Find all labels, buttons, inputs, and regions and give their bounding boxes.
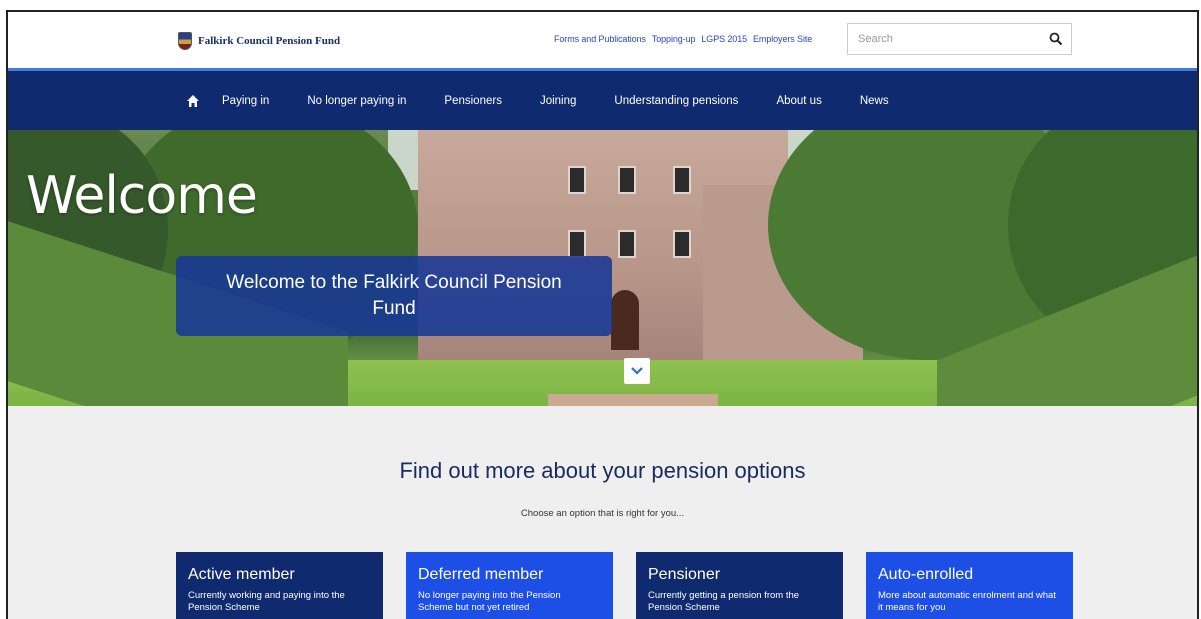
card-title: Active member [188,566,295,583]
chevron-down-icon [631,367,643,375]
section-title: Find out more about your pension options [399,458,806,483]
card-pensioner[interactable]: Pensioner Currently getting a pension fr… [636,552,843,619]
card-desc: No longer paying into the Pension Scheme… [418,590,561,613]
top-bar: Falkirk Council Pension Fund Forms and P… [8,12,1197,70]
browser-frame: Falkirk Council Pension Fund Forms and P… [6,10,1199,619]
window [618,166,636,194]
link-forms-publications[interactable]: Forms and Publications [554,34,646,44]
card-active-member[interactable]: Active member Currently working and payi… [176,552,383,619]
main-nav: Paying in No longer paying in Pensioners… [8,68,1197,130]
nav-item-news[interactable]: News [860,95,889,107]
utility-links: Forms and Publications Topping-up LGPS 2… [554,34,812,44]
link-lgps-2015[interactable]: LGPS 2015 [701,34,747,44]
hero-welcome-text: Welcome to the Falkirk Council Pension F… [226,272,562,319]
search-icon[interactable] [1049,32,1063,46]
site-logo[interactable]: Falkirk Council Pension Fund [178,32,340,50]
link-employers-site[interactable]: Employers Site [753,34,812,44]
card-title: Auto-enrolled [878,566,974,583]
card-desc: Currently getting a pension from the Pen… [648,590,800,613]
nav-item-about-us[interactable]: About us [776,95,821,107]
window [673,166,691,194]
hero-door [611,290,639,350]
link-topping-up[interactable]: Topping-up [652,34,696,44]
hero-heading: Welcome [26,166,258,226]
hero-banner: Welcome Welcome to the Falkirk Council P… [8,130,1197,406]
search-box [847,23,1072,55]
search-input[interactable] [848,24,1038,54]
home-icon[interactable] [186,94,200,108]
card-auto-enrolled[interactable]: Auto-enrolled More about automatic enrol… [866,552,1073,619]
window [618,230,636,258]
council-crest-icon [178,32,192,50]
window [568,166,586,194]
nav-item-pensioners[interactable]: Pensioners [444,95,502,107]
option-cards: Active member Currently working and payi… [176,552,1073,619]
hero-welcome-box: Welcome to the Falkirk Council Pension F… [176,256,612,336]
card-deferred-member[interactable]: Deferred member No longer paying into th… [406,552,613,619]
card-title: Deferred member [418,566,544,583]
nav-item-no-longer-paying-in[interactable]: No longer paying in [307,95,406,107]
scroll-down-button[interactable] [624,358,650,384]
nav-item-understanding-pensions[interactable]: Understanding pensions [614,95,738,107]
nav-item-joining[interactable]: Joining [540,95,576,107]
window [673,230,691,258]
nav-item-paying-in[interactable]: Paying in [222,95,269,107]
site-name: Falkirk Council Pension Fund [198,35,341,47]
card-desc: More about automatic enrolment and what … [878,590,1056,613]
window [568,230,586,258]
pension-options-section: Find out more about your pension options… [8,406,1197,619]
card-title: Pensioner [648,566,721,583]
hero-path [548,394,718,406]
card-desc: Currently working and paying into the Pe… [188,590,345,613]
section-subtitle: Choose an option that is right for you..… [520,508,685,519]
